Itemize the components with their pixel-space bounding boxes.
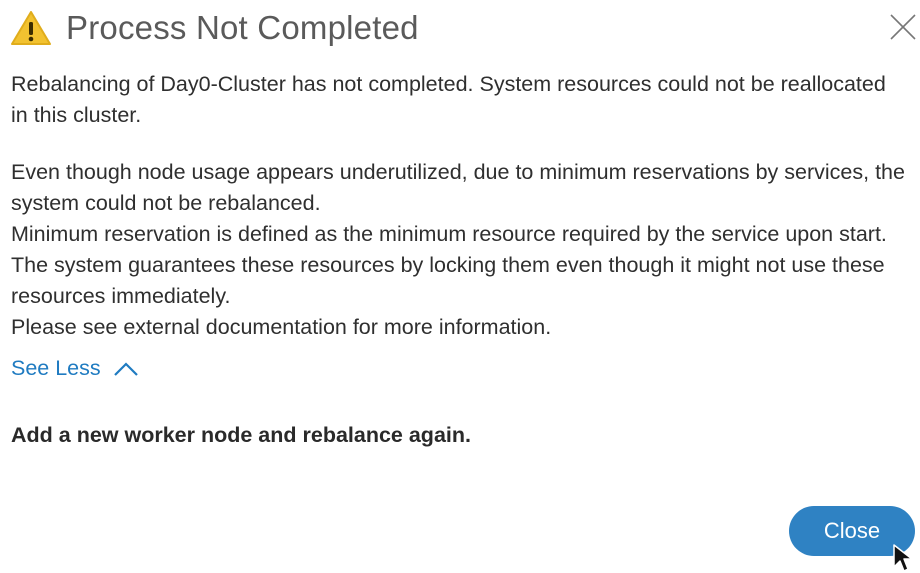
chevron-up-icon [113, 361, 138, 376]
summary-text: Rebalancing of Day0-Cluster has not comp… [11, 72, 886, 127]
details-line: Minimum reservation is defined as the mi… [11, 222, 887, 308]
close-icon[interactable] [888, 12, 918, 42]
dialog-title: Process Not Completed [66, 9, 419, 46]
details-text: Even though node usage appears underutil… [11, 157, 906, 343]
action-text: Add a new worker node and rebalance agai… [11, 423, 471, 447]
see-less-label: See Less [11, 356, 101, 380]
dialog-header: Process Not Completed [10, 8, 419, 48]
details-line: Even though node usage appears underutil… [11, 160, 905, 215]
see-less-link[interactable]: See Less [11, 356, 139, 381]
process-dialog: Process Not Completed Rebalancing of Day… [0, 0, 920, 573]
mouse-cursor-icon [893, 544, 913, 572]
details-line: Please see external documentation for mo… [11, 315, 552, 339]
warning-icon [11, 11, 51, 45]
